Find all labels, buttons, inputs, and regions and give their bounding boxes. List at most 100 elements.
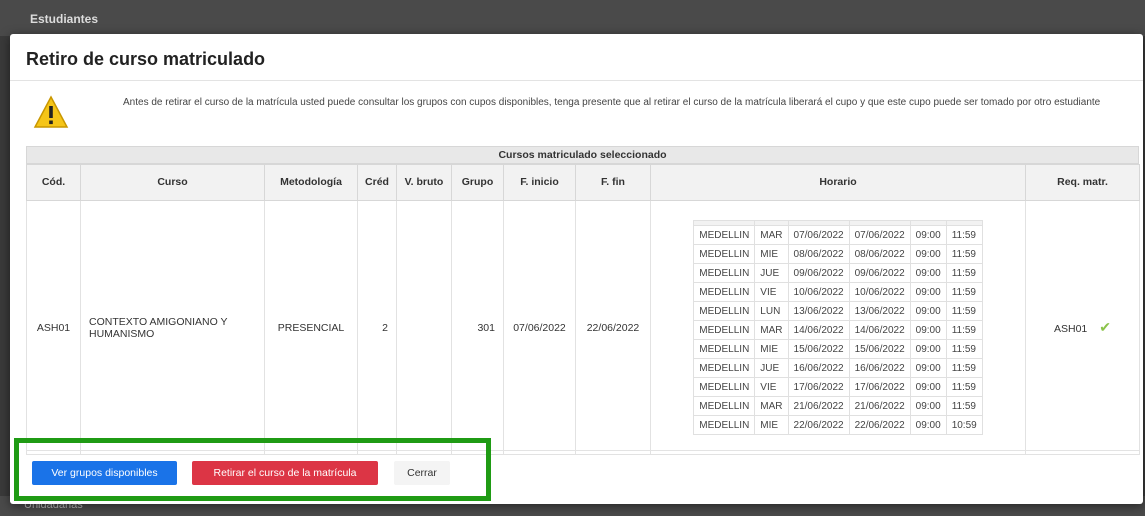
modal-title: Retiro de curso matriculado [26,49,266,69]
header-ffin: F. fin [575,164,651,201]
schedule-hora-fin: 11:59 [945,377,983,397]
schedule-row: MEDELLIN MAR 07/06/2022 07/06/2022 09:00 11:5… [693,225,983,245]
schedule-hora-fin: 11:59 [945,320,983,340]
schedule-hora-fin: 11:59 [945,263,983,283]
header-cod: Cód. [26,164,81,201]
background-header-label: Estudiantes [30,12,99,26]
schedule-dia: MAR [754,225,789,245]
schedule-hora-inicio: 09:00 [909,263,947,283]
table-row: ASH01 CONTEXTO AMIGONIANO Y HUMANISMO PR… [26,200,1140,455]
schedule-sede: MEDELLIN [693,225,756,245]
header-grupo: Grupo [451,164,504,201]
enrolled-courses-table: Cód. Curso Metodología Créd V. bruto Gru… [26,164,1140,455]
schedule-hora-fin: 11:59 [945,301,983,321]
withdraw-course-modal: Retiro de curso matriculado Antes de ret… [10,34,1143,504]
schedule-fecha-inicio: 10/06/2022 [787,282,850,302]
schedule-hora-inicio: 09:00 [909,320,947,340]
schedule-hora-fin: 11:59 [945,225,983,245]
schedule-hora-inicio: 09:00 [909,225,947,245]
cell-ffin: 22/06/2022 [575,200,651,455]
header-metodologia: Metodología [264,164,358,201]
schedule-row: MEDELLIN LUN 13/06/2022 13/06/2022 09:00 11:5… [693,301,983,321]
schedule-fecha-fin: 16/06/2022 [848,358,911,378]
cell-cred: 2 [357,200,397,455]
schedule-dia: MAR [754,396,789,416]
schedule-dia: MIE [754,339,789,359]
schedule-row: MEDELLIN MAR 14/06/2022 14/06/2022 09:00 11:5… [693,320,983,340]
cell-cod: ASH01 [26,200,81,455]
schedule-fecha-inicio: 22/06/2022 [787,415,850,435]
header-vbruto: V. bruto [396,164,452,201]
schedule-dia: VIE [754,377,789,397]
schedule-sede: MEDELLIN [693,282,756,302]
schedule-sede: MEDELLIN [693,301,756,321]
schedule-dia: LUN [754,301,789,321]
cell-grupo: 301 [451,200,504,455]
table-header-row: Cód. Curso Metodología Créd V. bruto Gru… [26,164,1140,201]
schedule-row: MEDELLIN VIE 17/06/2022 17/06/2022 09:00 11:5… [693,377,983,397]
schedule-fecha-inicio: 09/06/2022 [787,263,850,283]
schedule-fecha-inicio: 16/06/2022 [787,358,850,378]
schedule-fecha-inicio: 07/06/2022 [787,225,850,245]
schedule-row: MEDELLIN MAR 21/06/2022 21/06/2022 09:00 11:5… [693,396,983,416]
schedule-fecha-inicio: 15/06/2022 [787,339,850,359]
schedule-hora-inicio: 09:00 [909,415,947,435]
title-divider [10,80,1143,81]
schedule-hora-fin: 11:59 [945,339,983,359]
schedule-dia: JUE [754,263,789,283]
check-icon: ✔ [1099,319,1111,335]
header-finicio: F. inicio [503,164,576,201]
schedule-fecha-inicio: 08/06/2022 [787,244,850,264]
warning-icon [33,95,69,128]
schedule-fecha-fin: 15/06/2022 [848,339,911,359]
schedule-hora-inicio: 09:00 [909,377,947,397]
schedule-hora-inicio: 09:00 [909,282,947,302]
cell-curso: CONTEXTO AMIGONIANO Y HUMANISMO [80,200,265,455]
schedule-fecha-fin: 09/06/2022 [848,263,911,283]
schedule-fecha-inicio: 13/06/2022 [787,301,850,321]
header-horario: Horario [650,164,1026,201]
schedule-fecha-fin: 10/06/2022 [848,282,911,302]
schedule-fecha-fin: 14/06/2022 [848,320,911,340]
schedule-row: MEDELLIN MIE 22/06/2022 22/06/2022 09:00 10:5… [693,415,983,435]
schedule-hora-inicio: 09:00 [909,358,947,378]
schedule-sede: MEDELLIN [693,244,756,264]
highlight-box [14,438,491,501]
schedule-fecha-inicio: 17/06/2022 [787,377,850,397]
schedule-dia: MIE [754,244,789,264]
schedule-row: MEDELLIN MIE 15/06/2022 15/06/2022 09:00 11:5… [693,339,983,359]
schedule-hora-fin: 11:59 [945,358,983,378]
schedule-row: MEDELLIN VIE 10/06/2022 10/06/2022 09:00 11:5… [693,282,983,302]
header-cred: Créd [357,164,397,201]
schedule-dia: MIE [754,415,789,435]
schedule-row: MEDELLIN JUE 09/06/2022 09/06/2022 09:00 11:5… [693,263,983,283]
schedule-hora-inicio: 09:00 [909,301,947,321]
schedule-sede: MEDELLIN [693,415,756,435]
schedule-hora-fin: 11:59 [945,396,983,416]
background-header: Estudiantes [0,0,1145,36]
schedule-sede: MEDELLIN [693,263,756,283]
schedule-fecha-fin: 08/06/2022 [848,244,911,264]
schedule-sede: MEDELLIN [693,396,756,416]
table-caption: Cursos matriculado seleccionado [26,146,1139,164]
cell-horario: MEDELLIN MAR 07/06/2022 07/06/2022 09:00 11:5… [650,200,1026,455]
schedule-fecha-fin: 21/06/2022 [848,396,911,416]
schedule-sede: MEDELLIN [693,320,756,340]
req-code: ASH01 [1053,323,1088,335]
schedule-dia: VIE [754,282,789,302]
cell-req: ASH01 ✔ [1025,200,1140,455]
schedule-hora-inicio: 09:00 [909,396,947,416]
warning-message: Antes de retirar el curso de la matrícul… [123,97,1101,108]
schedule-fecha-fin: 17/06/2022 [848,377,911,397]
schedule-dia: JUE [754,358,789,378]
schedule-sede: MEDELLIN [693,358,756,378]
schedule-fecha-fin: 22/06/2022 [848,415,911,435]
schedule-fecha-inicio: 14/06/2022 [787,320,850,340]
cell-metodologia: PRESENCIAL [264,200,358,455]
schedule-row: MEDELLIN MIE 08/06/2022 08/06/2022 09:00 11:5… [693,244,983,264]
schedule-hora-fin: 10:59 [945,415,983,435]
schedule-fecha-fin: 13/06/2022 [848,301,911,321]
header-req: Req. matr. [1025,164,1140,201]
schedule-hora-inicio: 09:00 [909,339,947,359]
schedule-fecha-inicio: 21/06/2022 [787,396,850,416]
